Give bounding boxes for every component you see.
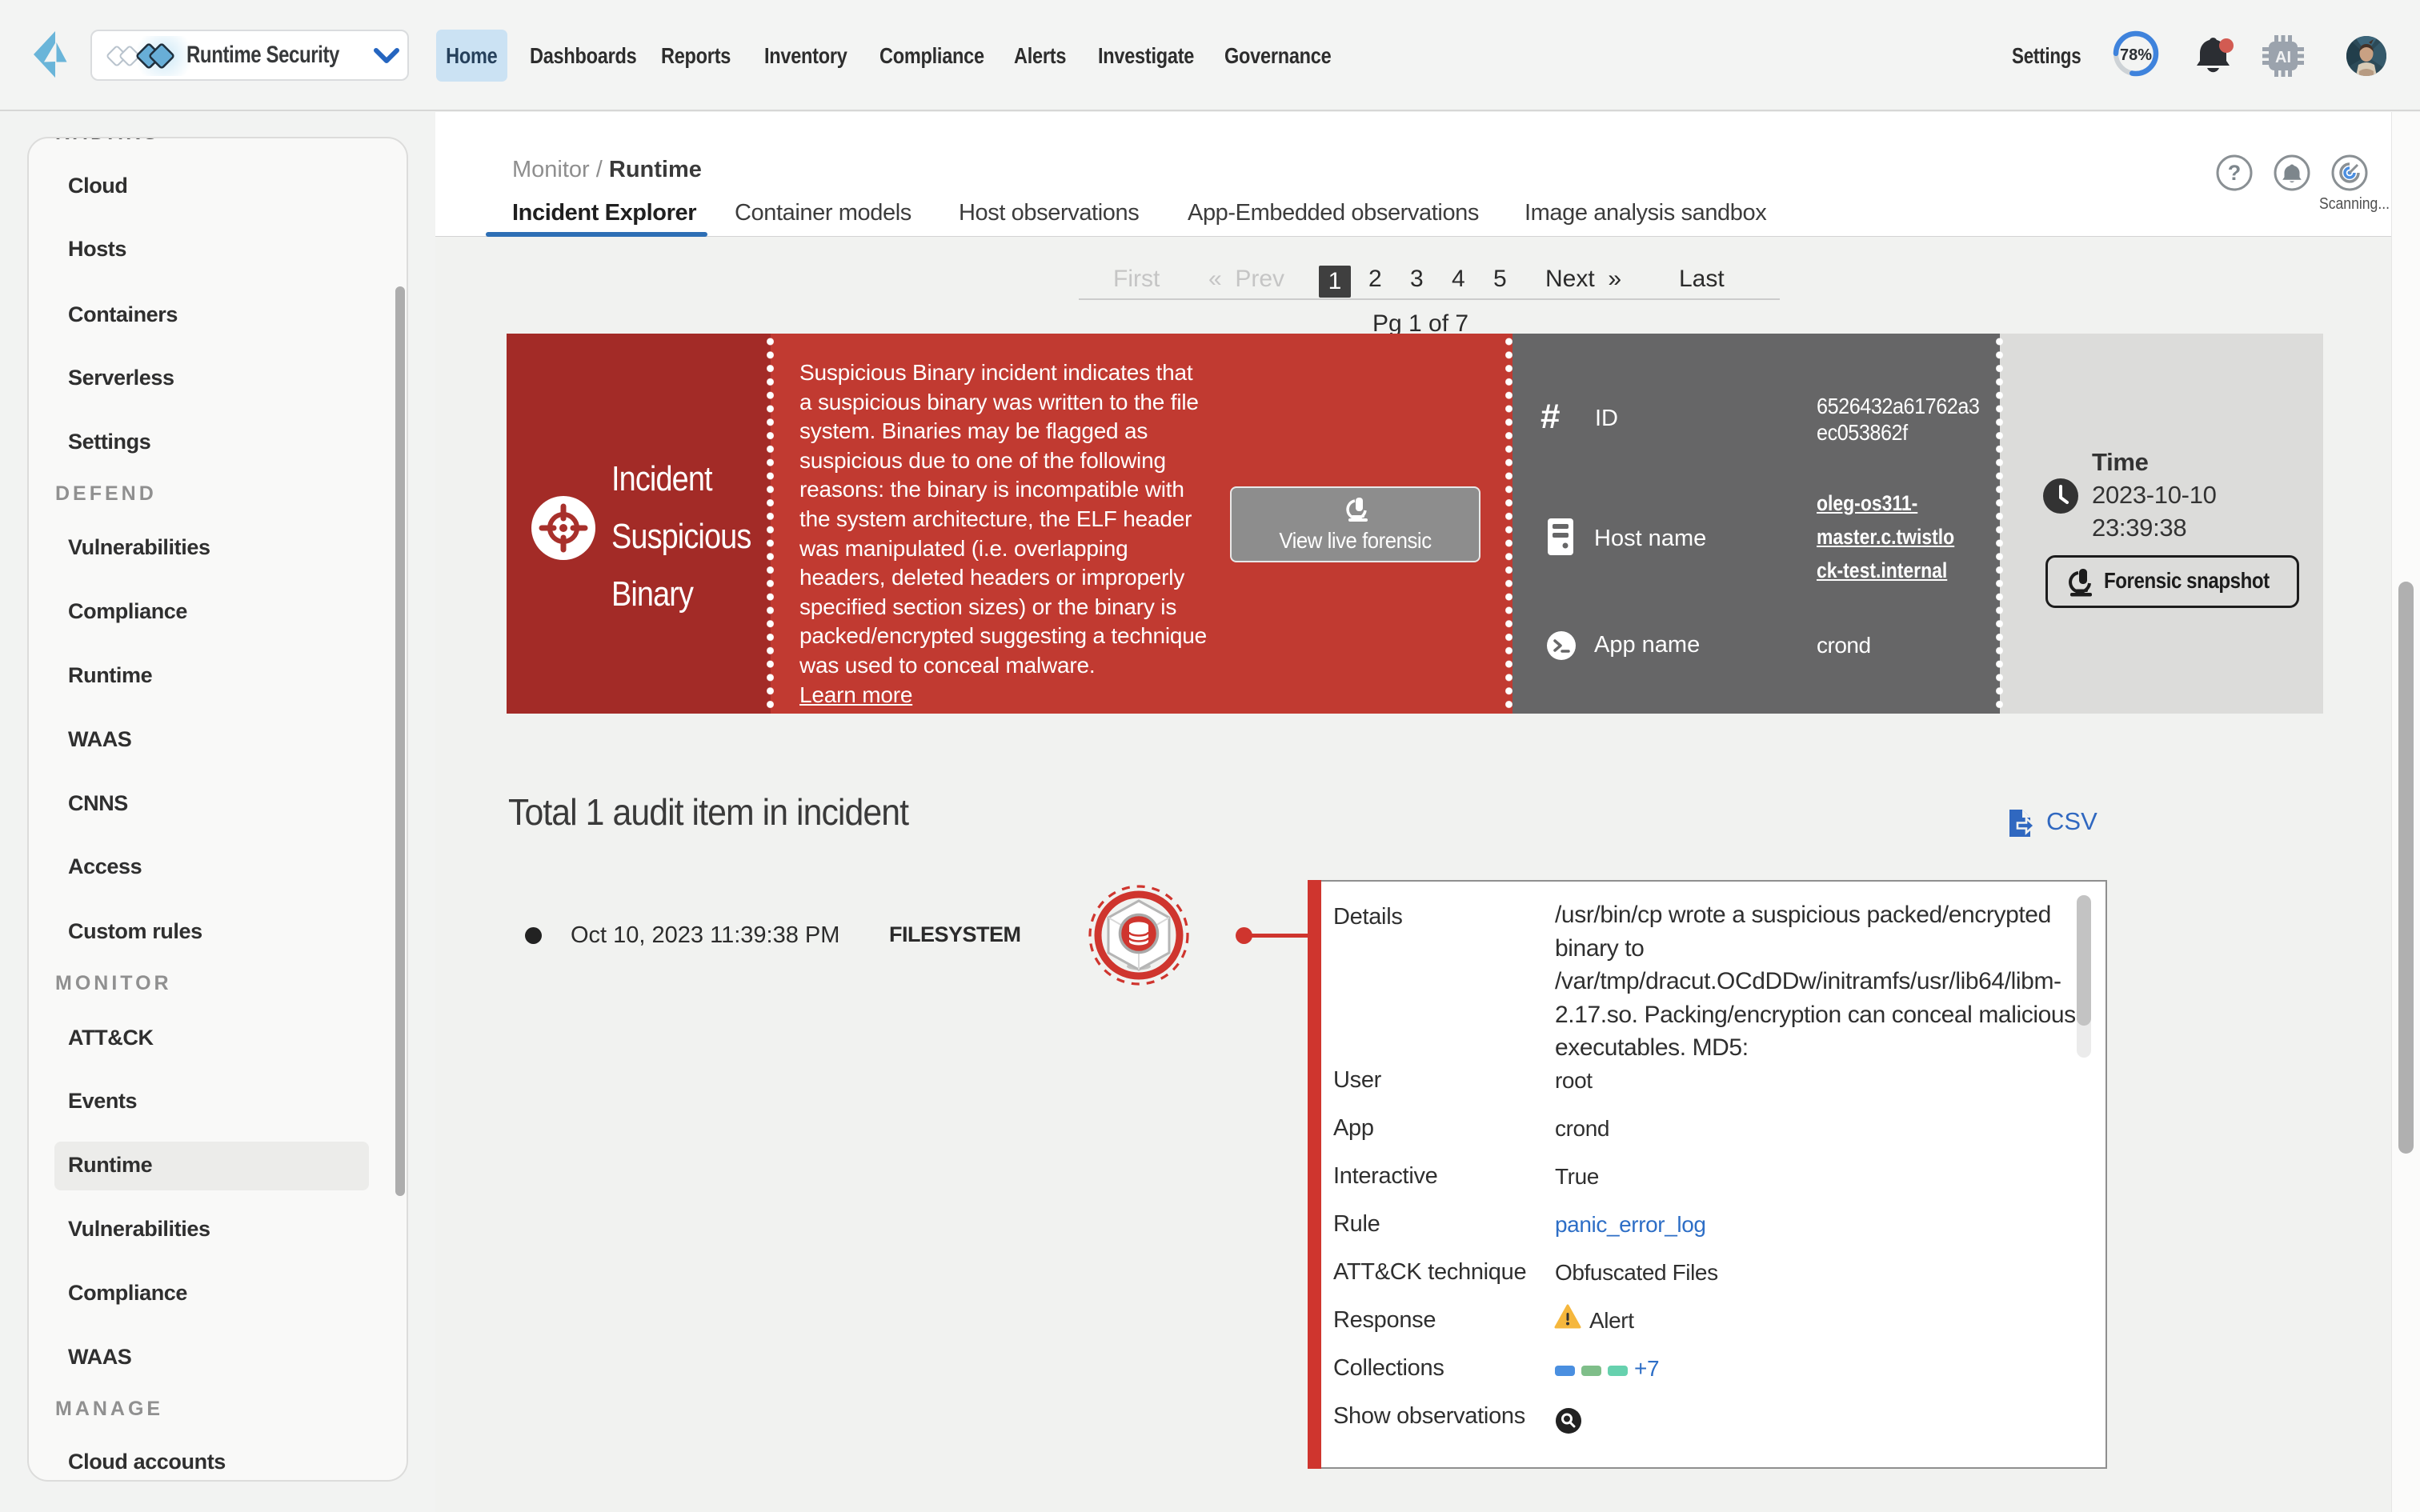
svg-text:78%: 78% bbox=[2120, 46, 2152, 64]
svg-text:?: ? bbox=[2228, 161, 2242, 185]
svg-text:AI: AI bbox=[2275, 49, 2291, 66]
